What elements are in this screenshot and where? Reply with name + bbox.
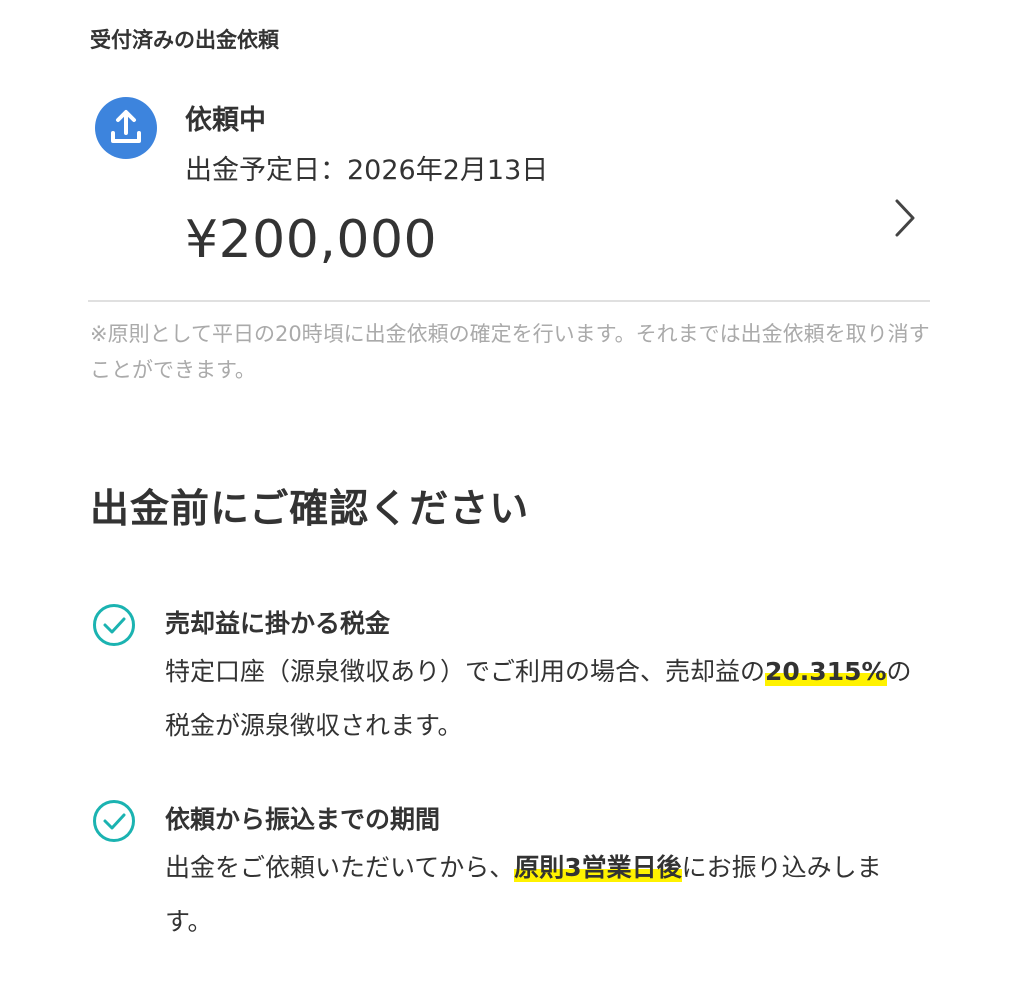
check-item-title: 売却益に掛かる税金 bbox=[165, 609, 391, 638]
divider bbox=[88, 300, 930, 302]
check-item-title: 依頼から振込までの期間 bbox=[165, 805, 441, 834]
scheduled-date-value: 2026年2月13日 bbox=[347, 155, 549, 186]
chevron-right-icon[interactable] bbox=[894, 198, 916, 238]
check-item-body: 出金をご依頼いただいてから、原則3営業日後にお振り込みします。 bbox=[165, 841, 925, 949]
highlight-tax-rate: 20.315% bbox=[765, 657, 887, 686]
check-item-body: 特定口座（源泉徴収あり）でご利用の場合、売却益の20.315%の税金が源泉徴収さ… bbox=[165, 645, 925, 753]
withdrawal-amount: ¥200,000 bbox=[185, 210, 438, 270]
scheduled-date-label: 出金予定日： bbox=[185, 155, 347, 186]
check-circle-icon bbox=[93, 800, 135, 842]
check-item-transfer-period: 依頼から振込までの期間 出金をご依頼いただいてから、原則3営業日後にお振り込みし… bbox=[90, 797, 950, 957]
check-item-body-text: 特定口座（源泉徴収あり）でご利用の場合、売却益の bbox=[165, 657, 766, 686]
upload-icon bbox=[95, 97, 157, 159]
request-status: 依頼中 bbox=[185, 105, 266, 136]
confirm-heading: 出金前にご確認ください bbox=[90, 487, 530, 532]
cancellation-note: ※原則として平日の20時頃に出金依頼の確定を行います。それまでは出金依頼を取り消… bbox=[90, 322, 930, 382]
check-item-tax: 売却益に掛かる税金 特定口座（源泉徴収あり）でご利用の場合、売却益の20.315… bbox=[90, 601, 950, 761]
check-item-body-text: 出金をご依頼いただいてから、 bbox=[165, 853, 515, 882]
check-circle-icon bbox=[93, 604, 135, 646]
scheduled-date: 出金予定日：2026年2月13日 bbox=[185, 148, 548, 187]
withdrawal-request-card[interactable]: 依頼中 出金予定日：2026年2月13日 ¥200,000 bbox=[88, 84, 930, 302]
section-label: 受付済みの出金依頼 bbox=[90, 28, 279, 52]
highlight-business-days: 原則3営業日後 bbox=[514, 853, 682, 882]
